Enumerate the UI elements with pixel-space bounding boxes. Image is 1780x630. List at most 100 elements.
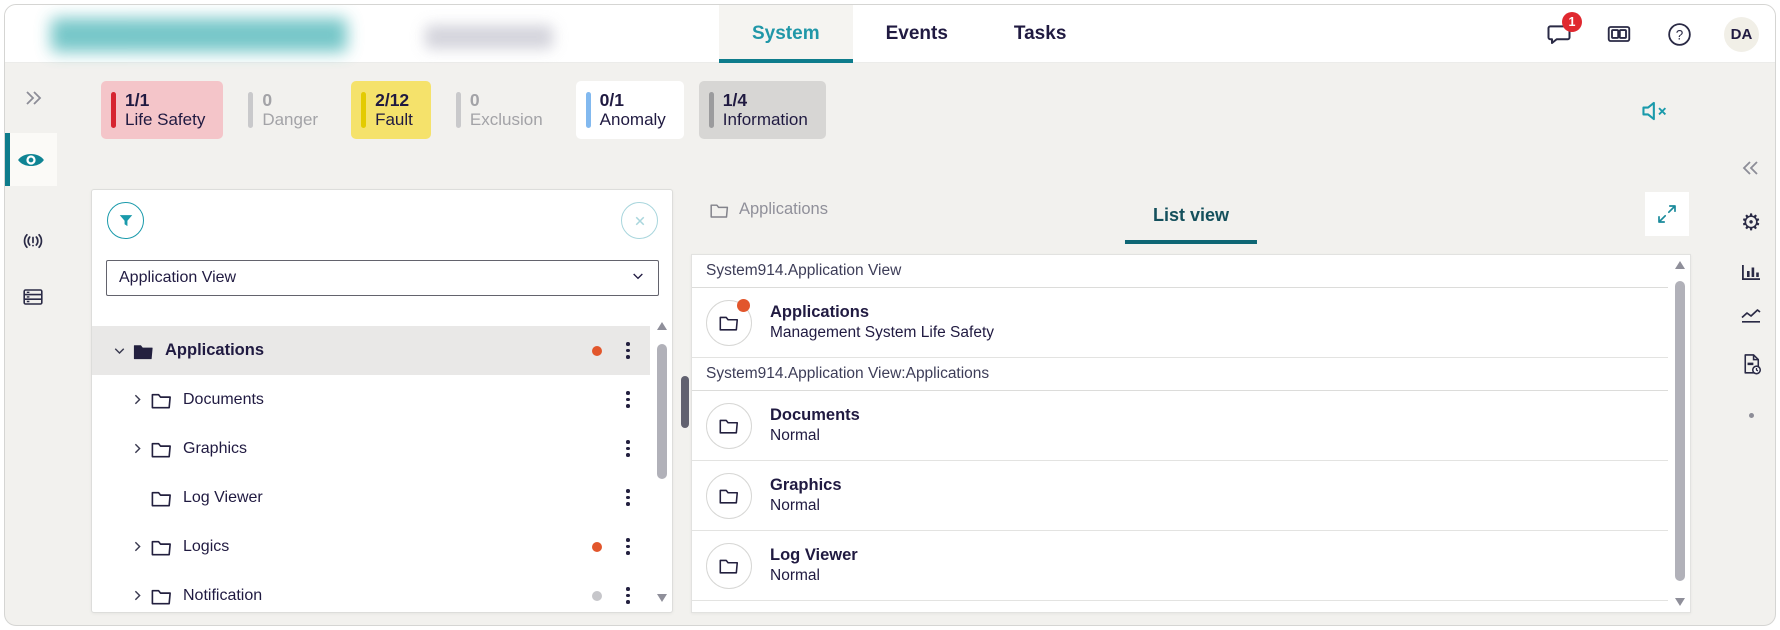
user-avatar[interactable]: DA — [1724, 17, 1759, 52]
folder-icon — [132, 340, 162, 362]
bar-chart-icon[interactable] — [1727, 252, 1775, 292]
status-badge-label: Information — [723, 110, 808, 130]
chevron-right-icon[interactable] — [124, 586, 150, 606]
expand-rail-icon[interactable] — [5, 78, 61, 118]
tree-item-logics[interactable]: Logics — [92, 522, 650, 571]
tree-view: Applications Documents Graphics Log View… — [92, 326, 650, 612]
tree-item-label: Documents — [183, 391, 264, 409]
kebab-menu-icon[interactable] — [622, 583, 634, 608]
view-selector-value: Application View — [119, 269, 236, 287]
list-item-graphics[interactable]: Graphics Normal — [692, 461, 1668, 531]
event-category-bar: 1/1 Life Safety 0 Danger 2/12 Fault 0 Ex… — [101, 81, 826, 139]
kebab-menu-icon[interactable] — [622, 387, 634, 412]
chevron-down-icon — [630, 268, 646, 289]
list-item-applications[interactable]: Applications Management System Life Safe… — [692, 288, 1668, 358]
event-dot — [592, 591, 602, 601]
status-badge-life-safety[interactable]: 1/1 Life Safety — [101, 81, 223, 139]
list-item-title: Log Viewer — [770, 544, 858, 566]
top-bar: System Events Tasks 1 ? — [5, 5, 1775, 63]
status-badge-label: Life Safety — [125, 110, 205, 130]
settings-gear-icon[interactable]: ⚙ — [1727, 203, 1775, 243]
kebab-menu-icon[interactable] — [622, 338, 634, 363]
status-badge-anomaly[interactable]: 0/1 Anomaly — [576, 81, 684, 139]
node-circle-icon — [706, 300, 752, 346]
scroll-up-arrow[interactable] — [1675, 261, 1685, 269]
tree-scrollbar-thumb[interactable] — [657, 344, 667, 479]
list-scrollbar-thumb[interactable] — [1675, 281, 1685, 581]
tab-list-view[interactable]: List view — [1125, 186, 1257, 244]
tree-item-graphics[interactable]: Graphics — [92, 424, 650, 473]
status-badge-bar — [248, 92, 253, 128]
filter-icon[interactable] — [107, 202, 144, 239]
kebab-menu-icon[interactable] — [622, 534, 634, 559]
chevron-right-icon[interactable] — [124, 439, 150, 459]
status-badge-label: Anomaly — [600, 110, 666, 130]
tree-item-documents[interactable]: Documents — [92, 375, 650, 424]
list-item-log-viewer[interactable]: Log Viewer Normal — [692, 531, 1668, 601]
list-group-header: System914.Application View — [692, 255, 1668, 288]
broadcast-icon[interactable] — [5, 221, 61, 261]
view-selector-dropdown[interactable]: Application View — [106, 260, 659, 296]
status-badge-label: Exclusion — [470, 110, 543, 130]
status-badge-bar — [111, 92, 116, 128]
tree-item-label: Graphics — [183, 440, 247, 458]
status-badge-bar — [361, 92, 366, 128]
tree-item-applications[interactable]: Applications — [92, 326, 650, 375]
tab-tasks[interactable]: Tasks — [981, 5, 1099, 63]
scheduled-report-icon[interactable] — [1727, 344, 1775, 384]
collapse-rail-icon[interactable] — [1727, 148, 1775, 188]
folder-icon — [150, 585, 180, 607]
tab-events[interactable]: Events — [853, 5, 981, 63]
event-dot — [737, 299, 750, 312]
kebab-menu-icon[interactable] — [622, 436, 634, 461]
status-badge-exclusion[interactable]: 0 Exclusion — [446, 81, 561, 139]
status-badge-danger[interactable]: 0 Danger — [238, 81, 336, 139]
kebab-menu-icon[interactable] — [622, 485, 634, 510]
fullscreen-icon[interactable] — [1645, 192, 1689, 236]
trend-chart-icon[interactable] — [1727, 294, 1775, 334]
list-item-subtitle: Normal — [770, 496, 842, 517]
mute-alarms-icon[interactable] — [1638, 95, 1672, 127]
scroll-down-arrow[interactable] — [1675, 598, 1685, 606]
status-badge-count: 0 — [262, 90, 318, 111]
system-browser-eye-icon[interactable] — [5, 133, 57, 186]
help-icon[interactable]: ? — [1664, 19, 1694, 49]
scroll-up-arrow[interactable] — [657, 322, 667, 330]
svg-text:?: ? — [1675, 27, 1683, 42]
tree-item-label: Log Viewer — [183, 489, 263, 507]
status-badge-count: 0 — [470, 90, 543, 111]
list-item-title: Documents — [770, 404, 860, 426]
list-item-subtitle: Normal — [770, 566, 858, 587]
event-dot — [592, 346, 602, 356]
chevron-right-icon[interactable] — [124, 537, 150, 557]
server-rack-icon[interactable] — [5, 277, 61, 317]
panel-scrollbar-thumb[interactable] — [681, 376, 689, 428]
scroll-down-arrow[interactable] — [657, 594, 667, 602]
clear-filter-icon[interactable] — [621, 202, 658, 239]
breadcrumb[interactable]: Applications — [709, 200, 828, 219]
status-badge-bar — [586, 92, 591, 128]
status-badge-information[interactable]: 1/4 Information — [699, 81, 826, 139]
tab-system[interactable]: System — [719, 5, 853, 63]
status-badge-count: 0/1 — [600, 90, 666, 111]
app-window: System Events Tasks 1 ? — [4, 4, 1776, 626]
chevron-right-icon[interactable] — [124, 390, 150, 410]
status-badge-count: 1/4 — [723, 90, 808, 111]
header-actions: 1 ? DA — [1544, 5, 1759, 63]
chevron-down-icon[interactable] — [106, 341, 132, 361]
list-item-documents[interactable]: Documents Normal — [692, 391, 1668, 461]
status-badge-fault[interactable]: 2/12 Fault — [351, 81, 431, 139]
main-tabs: System Events Tasks — [719, 5, 1099, 63]
chat-icon[interactable]: 1 — [1544, 19, 1574, 49]
split-view-icon[interactable] — [1604, 19, 1634, 49]
folder-icon — [150, 438, 180, 460]
status-badge-bar — [709, 92, 714, 128]
project-name-redacted — [425, 25, 553, 49]
breadcrumb-label: Applications — [739, 200, 828, 219]
tree-item-notification[interactable]: Notification — [92, 571, 650, 612]
tree-item-log-viewer[interactable]: Log Viewer — [92, 473, 650, 522]
event-dot — [592, 542, 602, 552]
right-rail: ⚙ — [1727, 63, 1775, 625]
list-view-panel: System914.Application View Applications … — [691, 254, 1691, 613]
tree-item-label: Notification — [183, 587, 262, 605]
